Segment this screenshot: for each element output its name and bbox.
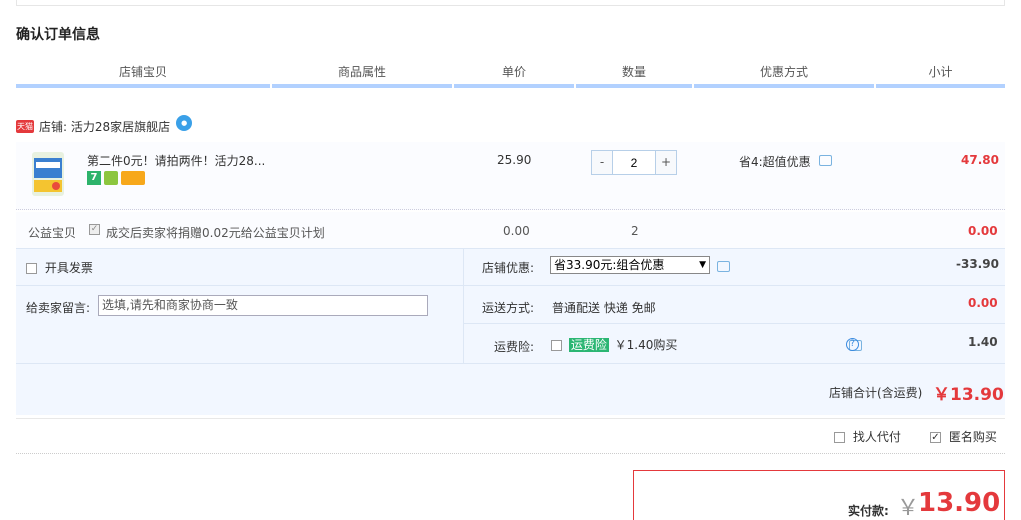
message-label: 给卖家留言: bbox=[26, 301, 91, 315]
proxy-pay-checkbox[interactable] bbox=[834, 432, 845, 443]
top-container-edge bbox=[16, 0, 1005, 6]
proxy-pay-label: 找人代付 bbox=[852, 430, 901, 444]
quantity-stepper: - + bbox=[591, 150, 677, 175]
proxy-pay-option[interactable]: 找人代付 bbox=[834, 428, 901, 445]
credit-card-icon bbox=[121, 171, 145, 185]
insurance-price: ￥1.40购买 bbox=[614, 338, 678, 352]
comment-icon[interactable] bbox=[717, 261, 730, 272]
insurance-badge: 运费险 bbox=[568, 338, 609, 352]
qty-plus-button[interactable]: + bbox=[656, 151, 676, 174]
header-shop-item: 店铺宝贝 bbox=[118, 65, 167, 79]
insurance-checkbox[interactable] bbox=[551, 340, 562, 351]
header-unit-price: 单价 bbox=[501, 65, 526, 79]
anonymous-checkbox[interactable]: ✓ bbox=[930, 432, 941, 443]
quantity-input[interactable] bbox=[612, 151, 656, 174]
comment-icon[interactable] bbox=[818, 155, 832, 166]
payment-label: 实付款: bbox=[848, 504, 889, 518]
discount-text: 省4:超值优惠 bbox=[739, 155, 811, 169]
page-title: 确认订单信息 bbox=[16, 27, 100, 43]
invoice-label: 开具发票 bbox=[44, 261, 93, 275]
invoice-option[interactable]: 开具发票 bbox=[26, 259, 93, 276]
shop-info: 天猫 店铺: 活力28家居旗舰店 ● bbox=[16, 115, 193, 136]
qty-minus-button[interactable]: - bbox=[592, 151, 612, 174]
charity-text: 成交后卖家将捐赠0.02元给公益宝贝计划 bbox=[106, 226, 325, 240]
shipping-amount: 0.00 bbox=[968, 296, 998, 310]
shop-total-label: 店铺合计(含运费) bbox=[829, 386, 923, 400]
service-icons: 7 bbox=[87, 171, 145, 185]
help-icon[interactable]: ? bbox=[846, 338, 859, 351]
charity-label: 公益宝贝 bbox=[28, 226, 77, 240]
shop-discount-label: 店铺优惠: bbox=[482, 261, 535, 275]
anonymous-label: 匿名购买 bbox=[948, 430, 997, 444]
shipping-label: 运送方式: bbox=[482, 301, 535, 315]
header-quantity: 数量 bbox=[621, 65, 646, 79]
item-subtotal: 47.80 bbox=[961, 153, 999, 167]
payment-currency: ￥ bbox=[897, 496, 920, 520]
insurance-option[interactable]: 运费险 ￥1.40购买 bbox=[551, 336, 677, 353]
shipping-value: 普通配送 快递 免邮 bbox=[552, 301, 656, 315]
payment-amount: 13.90 bbox=[918, 488, 1001, 518]
insurance-amount: 1.40 bbox=[968, 335, 998, 349]
guarantee-icon bbox=[104, 171, 118, 185]
shop-total-value: ￥13.90 bbox=[933, 385, 1004, 405]
insurance-label: 运费险: bbox=[494, 340, 535, 354]
table-header: 店铺宝贝 商品属性 单价 数量 优惠方式 小计 bbox=[16, 60, 1005, 88]
tmall-badge-icon: 天猫 bbox=[16, 119, 34, 133]
shop-name-link[interactable]: 店铺: 活力28家居旗舰店 bbox=[39, 118, 170, 135]
dropdown-arrow-icon: ▼ bbox=[699, 260, 706, 270]
header-attributes: 商品属性 bbox=[337, 65, 386, 79]
seven-day-return-icon: 7 bbox=[87, 171, 101, 185]
discount-info: 省4:超值优惠 bbox=[739, 153, 832, 170]
charity-checkbox[interactable]: ✓ bbox=[89, 222, 100, 236]
header-discount: 优惠方式 bbox=[759, 65, 808, 79]
shop-discount-amount: -33.90 bbox=[956, 257, 999, 271]
invoice-checkbox[interactable] bbox=[26, 263, 37, 274]
shop-discount-select[interactable]: 省33.90元:组合优惠 ▼ bbox=[550, 256, 710, 274]
shop-discount-selected: 省33.90元:组合优惠 bbox=[554, 258, 665, 272]
charity-qty: 2 bbox=[631, 224, 639, 238]
charity-subtotal: 0.00 bbox=[968, 224, 998, 238]
seller-message-input[interactable]: 选填,请先和商家协商一致 bbox=[98, 295, 428, 316]
header-subtotal: 小计 bbox=[928, 65, 953, 79]
charity-price: 0.00 bbox=[503, 224, 530, 238]
product-thumbnail[interactable] bbox=[28, 150, 68, 198]
wangwang-chat-icon[interactable]: ● bbox=[176, 115, 193, 131]
unit-price: 25.90 bbox=[497, 153, 532, 167]
product-name-link[interactable]: 第二件0元！请拍两件！活力28... bbox=[87, 152, 265, 169]
anonymous-option[interactable]: ✓ 匿名购买 bbox=[930, 428, 997, 445]
